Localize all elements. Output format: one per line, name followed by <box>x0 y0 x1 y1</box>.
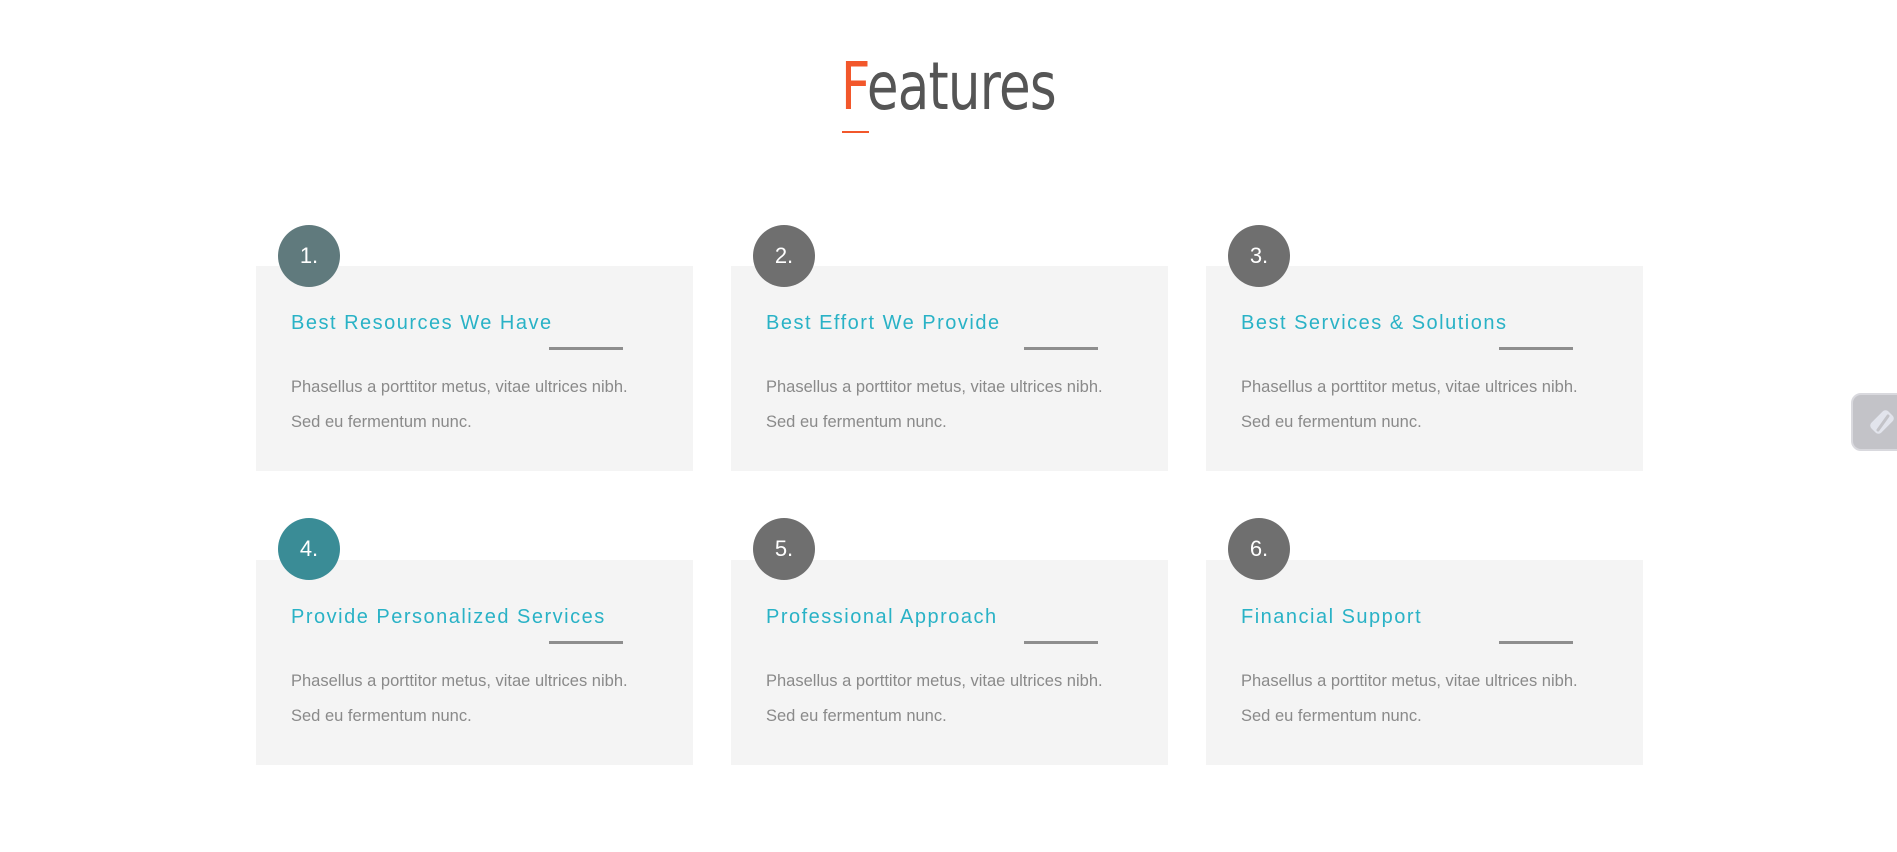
feature-card-text: Phasellus a porttitor metus, vitae ultri… <box>766 378 1103 431</box>
number-badge: 5. <box>753 518 815 580</box>
feature-card-2: Best Effort We Provide Phasellus a portt… <box>731 266 1168 471</box>
number-badge: 1. <box>278 225 340 287</box>
title-underline <box>842 131 869 133</box>
title-divider <box>549 347 623 350</box>
number-badge: 6. <box>1228 518 1290 580</box>
feature-card-text: Phasellus a porttitor metus, vitae ultri… <box>766 672 1103 725</box>
feature-card-text: Phasellus a porttitor metus, vitae ultri… <box>291 378 628 431</box>
side-widget-button[interactable] <box>1851 393 1897 451</box>
number-badge: 3. <box>1228 225 1290 287</box>
feature-card-title: Professional Approach <box>766 606 998 628</box>
feature-card-title: Provide Personalized Services <box>291 606 606 628</box>
number-badge: 4. <box>278 518 340 580</box>
title-divider <box>1499 641 1573 644</box>
feature-card-title: Best Services & Solutions <box>1241 312 1508 334</box>
title-divider <box>1499 347 1573 350</box>
feature-card-6: Financial Support Phasellus a porttitor … <box>1206 560 1643 765</box>
feature-card-3: Best Services & Solutions Phasellus a po… <box>1206 266 1643 471</box>
feature-card-title: Financial Support <box>1241 606 1423 628</box>
title-divider <box>1024 347 1098 350</box>
feature-card-text: Phasellus a porttitor metus, vitae ultri… <box>291 672 628 725</box>
title-rest: eatures <box>866 48 1057 125</box>
feature-card-title: Best Resources We Have <box>291 312 553 334</box>
section-title: Features <box>209 44 1689 130</box>
feature-card-title: Best Effort We Provide <box>766 312 1001 334</box>
title-divider <box>1024 641 1098 644</box>
title-first-letter: F <box>840 48 868 125</box>
number-badge: 2. <box>753 225 815 287</box>
feature-card-4: Provide Personalized Services Phasellus … <box>256 560 693 765</box>
title-divider <box>549 641 623 644</box>
feature-card-5: Professional Approach Phasellus a portti… <box>731 560 1168 765</box>
feature-card-1: Best Resources We Have Phasellus a portt… <box>256 266 693 471</box>
feature-card-text: Phasellus a porttitor metus, vitae ultri… <box>1241 672 1578 725</box>
feature-card-text: Phasellus a porttitor metus, vitae ultri… <box>1241 378 1578 431</box>
features-page: Features Best Resources We Have Phasellu… <box>0 0 1897 852</box>
